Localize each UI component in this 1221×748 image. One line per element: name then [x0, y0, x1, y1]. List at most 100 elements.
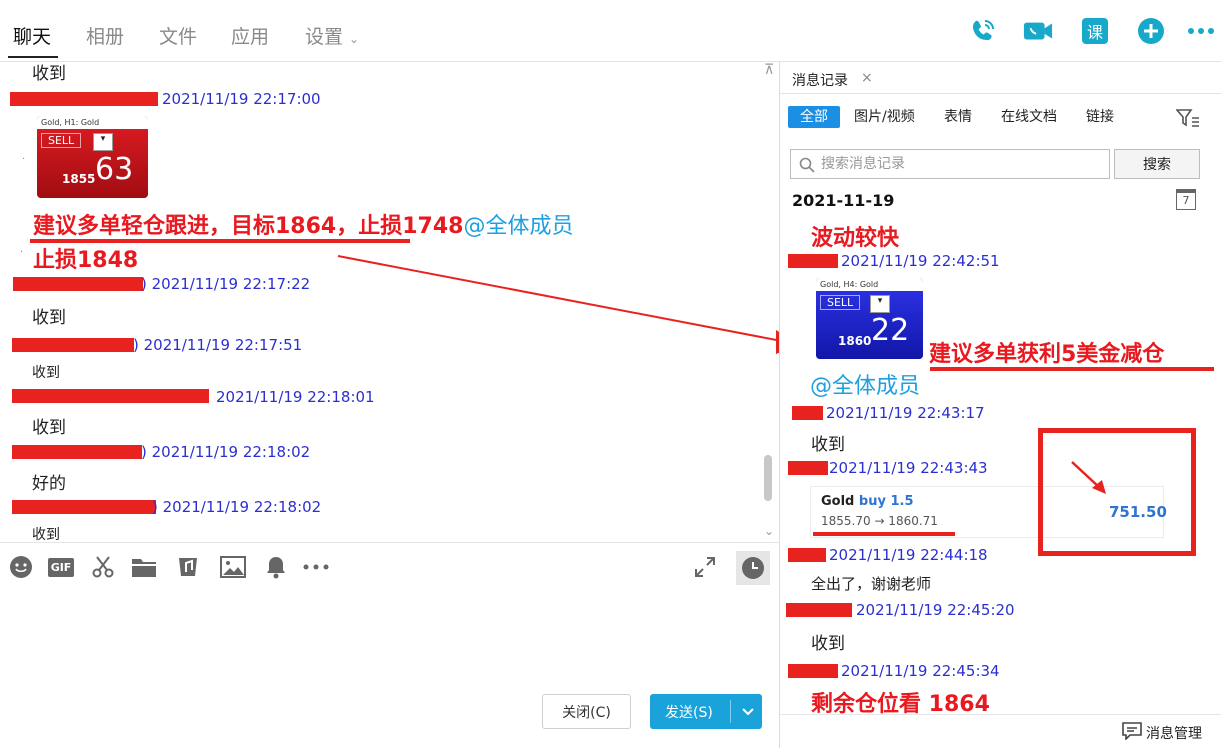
tab-divider: [780, 93, 1221, 94]
tab-album[interactable]: 相册: [86, 22, 124, 49]
message-manage-link[interactable]: 消息管理: [1146, 723, 1202, 743]
active-tab-indicator: [8, 56, 58, 58]
chevron-down-icon[interactable]: ▾: [93, 133, 113, 151]
annotation-arrow-small: [1071, 461, 1106, 494]
message-timestamp: 2021/11/19 22:45:34: [841, 662, 1000, 680]
gif-icon[interactable]: GIF: [47, 555, 75, 579]
chat-message: 收到: [32, 527, 60, 542]
trade-card[interactable]: Gold, H1: Gold SELL ▾ 1855 63: [37, 116, 148, 198]
trade-price-small: 1860: [838, 334, 872, 348]
chevron-down-icon: ⌄: [349, 32, 360, 46]
tab-apps[interactable]: 应用: [231, 22, 269, 49]
annotation-underline: [930, 367, 1214, 371]
history-search-box[interactable]: [790, 149, 1110, 179]
tab-settings[interactable]: 设置 ⌄: [305, 22, 359, 49]
message-timestamp: ) 2021/11/19 22:18:02: [152, 498, 322, 516]
trade-card-body: SELL ▾ 1855 63: [37, 129, 148, 198]
redacted-sender: [12, 445, 142, 459]
tab-files[interactable]: 文件: [159, 22, 197, 49]
trade-card[interactable]: Gold, H4: Gold SELL ▾ 1860 22: [816, 278, 923, 359]
scissors-icon[interactable]: [90, 555, 116, 579]
filter-media[interactable]: 图片/视频: [854, 106, 915, 128]
expand-icon[interactable]: [692, 555, 718, 579]
trade-card-header: Gold, H1: Gold: [37, 116, 148, 129]
tab-chat[interactable]: 聊天: [13, 22, 51, 49]
composer-toolbar: GIF: [0, 542, 779, 590]
close-icon[interactable]: ×: [861, 70, 873, 86]
chevron-down-icon[interactable]: ▾: [870, 295, 890, 313]
chevron-down-icon[interactable]: [734, 694, 762, 729]
trade-price-big: 63: [95, 152, 134, 187]
annotation-underline: [813, 532, 955, 536]
message-timestamp: 2021/11/19 22:18:01: [216, 388, 375, 406]
bullet-dot: ·: [20, 247, 24, 258]
announcement-text: 波动较快: [811, 226, 900, 251]
search-button[interactable]: 搜索: [1114, 149, 1200, 179]
more-icon[interactable]: [303, 555, 329, 579]
trade-card-header: Gold, H4: Gold: [816, 278, 923, 291]
filter-links[interactable]: 链接: [1086, 106, 1114, 128]
history-date-header: 2021-11-19: [792, 191, 895, 210]
scroll-bottom-icon[interactable]: ⌄: [764, 524, 774, 538]
folder-icon[interactable]: [131, 555, 157, 579]
course-icon-label: 课: [1082, 18, 1108, 44]
add-icon[interactable]: [1136, 16, 1166, 46]
redacted-sender: [792, 406, 823, 420]
bell-icon[interactable]: [263, 555, 289, 579]
message-timestamp: 2021/11/19 22:43:43: [829, 459, 988, 477]
redacted-sender: [788, 548, 826, 562]
profit-symbol-line: Gold buy 1.5: [821, 494, 914, 509]
phone-icon[interactable]: [968, 16, 998, 46]
filter-docs[interactable]: 在线文档: [1001, 106, 1057, 128]
message-history-panel: 消息记录 × 全部 图片/视频 表情 在线文档 链接 搜索 2021-11-19…: [780, 62, 1221, 748]
annotation-highlight-box: [1038, 428, 1196, 556]
emoji-icon[interactable]: [8, 555, 34, 579]
trade-price-small: 1855: [62, 172, 96, 186]
image-icon[interactable]: [220, 555, 246, 579]
history-tab[interactable]: 消息记录: [792, 70, 848, 90]
annotation-arrow: [337, 255, 800, 354]
announcement-main: 建议多单轻仓跟进，目标1864，止损1748: [33, 214, 464, 239]
video-icon[interactable]: [1023, 16, 1053, 46]
redacted-sender: [788, 461, 828, 475]
redacted-sender: [12, 500, 156, 514]
send-separator: [730, 700, 731, 723]
redacted-sender: [786, 603, 852, 617]
announcement-text: 建议多单轻仓跟进，目标1864，止损1748@全体成员: [33, 208, 573, 240]
mention-all[interactable]: @全体成员: [810, 368, 920, 400]
sell-button[interactable]: SELL: [41, 133, 82, 148]
redacted-sender: [12, 338, 134, 352]
history-footer: 消息管理: [780, 714, 1221, 748]
message-timestamp: 2021/11/19 22:44:18: [829, 546, 988, 564]
scroll-top-icon[interactable]: ⊼: [764, 62, 774, 78]
history-clock-icon[interactable]: [736, 551, 770, 585]
message-timestamp: ) 2021/11/19 22:18:02: [141, 443, 311, 461]
more-icon[interactable]: [1186, 16, 1216, 46]
sell-button[interactable]: SELL: [820, 295, 861, 310]
top-bar: 聊天 相册 文件 应用 设置 ⌄ 课: [0, 0, 1221, 62]
profit-prices: 1855.70 → 1860.71: [821, 514, 938, 528]
course-icon[interactable]: 课: [1080, 16, 1110, 46]
chat-message: 收到: [32, 308, 66, 328]
profit-symbol: Gold: [821, 494, 855, 509]
filter-settings-icon[interactable]: [1175, 108, 1200, 132]
redacted-sender: [788, 664, 838, 678]
message-timestamp: ) 2021/11/19 22:17:51: [133, 336, 303, 354]
history-search-input[interactable]: [821, 150, 1101, 178]
message-manage-icon[interactable]: [1122, 722, 1142, 744]
message-timestamp: 2021/11/19 22:45:20: [856, 601, 1015, 619]
chat-message: 收到: [32, 418, 66, 438]
send-button-label: 发送(S): [665, 705, 713, 721]
calendar-icon[interactable]: 7: [1176, 189, 1196, 210]
music-icon[interactable]: [175, 555, 201, 579]
tab-settings-label: 设置: [305, 26, 344, 48]
close-button[interactable]: 关闭(C): [542, 694, 631, 729]
filter-all[interactable]: 全部: [788, 106, 840, 128]
send-button[interactable]: 发送(S): [650, 694, 762, 729]
mention-all[interactable]: @全体成员: [463, 214, 573, 239]
chat-message: 全出了，谢谢老师: [811, 575, 932, 593]
chat-scrollbar[interactable]: [764, 455, 772, 501]
filter-stickers[interactable]: 表情: [944, 106, 972, 128]
announcement-text-2: 止损1848: [33, 248, 139, 273]
message-timestamp: ) 2021/11/19 22:17:22: [141, 275, 311, 293]
